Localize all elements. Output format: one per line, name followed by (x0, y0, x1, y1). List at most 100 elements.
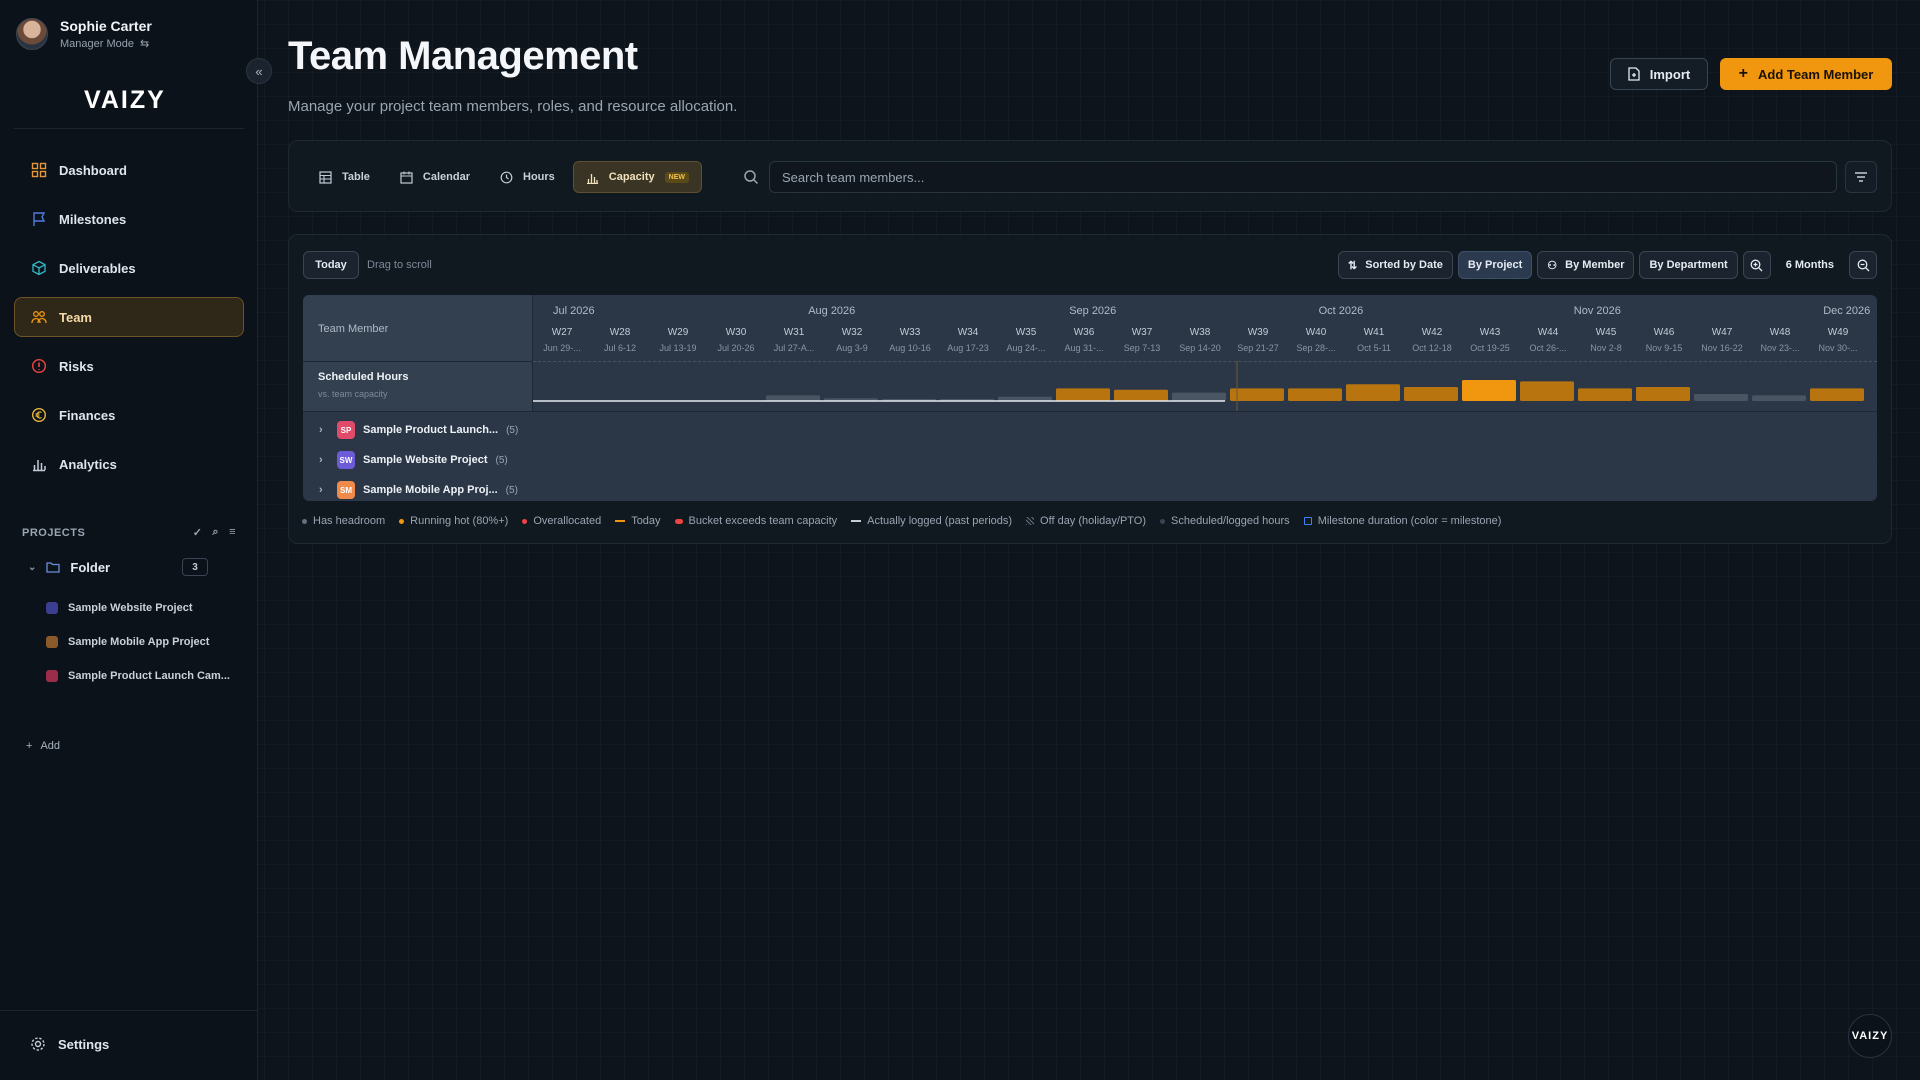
project-color-dot (46, 602, 58, 614)
tab-capacity[interactable]: Capacity NEW (572, 161, 702, 193)
team-icon (31, 309, 47, 325)
search-icon[interactable]: ⌕ (212, 526, 219, 539)
capacity-bar[interactable] (1172, 392, 1226, 401)
zoom-in-icon (1750, 259, 1763, 271)
clock-icon (500, 171, 513, 184)
import-button[interactable]: Import (1610, 58, 1708, 90)
check-all-icon[interactable]: ✓ (193, 526, 203, 539)
capacity-bar[interactable] (1752, 395, 1806, 401)
flag-icon (31, 211, 47, 227)
week-date-range: Jul 13-19 (659, 343, 697, 353)
brand-badge[interactable]: VAIZY (1848, 1014, 1892, 1058)
sort-icon: ⇅ (1348, 259, 1358, 272)
nav-item-analytics[interactable]: Analytics (14, 444, 244, 484)
capacity-bar[interactable] (1056, 388, 1110, 401)
divider (0, 1010, 258, 1011)
group-by-department-button[interactable]: By Department (1639, 251, 1738, 279)
nav-item-deliverables[interactable]: Deliverables (14, 248, 244, 288)
legend-item: Today (615, 515, 661, 527)
folder-item[interactable]: ⌄ Folder 3 (28, 558, 208, 576)
new-badge: NEW (664, 171, 689, 183)
week-label: W48 (1769, 327, 1791, 338)
capacity-bar[interactable] (1404, 387, 1458, 401)
search-input[interactable] (769, 161, 1837, 193)
chevrons-left-icon: « (255, 63, 263, 79)
week-label: W27 (551, 327, 573, 338)
tab-label: Hours (523, 171, 555, 183)
nav-item-team[interactable]: Team (14, 297, 244, 337)
capacity-panel: Today Drag to scroll ⇅ Sorted by Date By… (288, 234, 1892, 544)
project-row[interactable]: › SW Sample Website Project (5) (319, 451, 508, 469)
week-label: W41 (1363, 327, 1385, 338)
chevron-right-icon[interactable]: › (319, 454, 329, 466)
capacity-bar[interactable] (1346, 384, 1400, 401)
nav-item-dashboard[interactable]: Dashboard (14, 150, 244, 190)
member-count: (5) (506, 424, 519, 436)
nav-item-label: Milestones (59, 211, 127, 227)
sidebar: Sophie Carter Manager Mode ⇆ VAIZY Dashb… (0, 0, 258, 1080)
month-label: Oct 2026 (1318, 305, 1364, 317)
legend-label: Scheduled/logged hours (1171, 515, 1290, 527)
filter-icon[interactable]: ≡ (229, 526, 236, 539)
nav-item-finances[interactable]: Finances (14, 395, 244, 435)
capacity-bar[interactable] (1288, 388, 1342, 401)
capacity-grid[interactable]: Team Member Scheduled Hours vs. team cap… (303, 295, 1877, 501)
capacity-bar[interactable] (1578, 388, 1632, 401)
tab-table[interactable]: Table (307, 161, 382, 193)
week-label: W31 (783, 327, 805, 338)
add-project-label: Add (40, 740, 61, 752)
legend-swatch (1303, 517, 1312, 525)
project-list-item[interactable]: Sample Product Launch Cam... (46, 670, 230, 682)
zoom-in-button[interactable] (1742, 251, 1771, 279)
capacity-bar[interactable] (1520, 381, 1574, 401)
legend-item: Off day (holiday/PTO) (1026, 515, 1146, 527)
capacity-bar[interactable] (1462, 380, 1516, 401)
add-project-button[interactable]: + Add (26, 740, 60, 752)
project-row[interactable]: › SP Sample Product Launch... (5) (319, 421, 518, 439)
legend-label: Overallocated (533, 515, 602, 527)
project-color-dot (46, 636, 58, 648)
capacity-bar[interactable] (1810, 388, 1864, 401)
alert-icon (31, 358, 47, 374)
capacity-bar[interactable] (1114, 389, 1168, 401)
nav-item-risks[interactable]: Risks (14, 346, 244, 386)
filter-button[interactable] (1845, 161, 1877, 193)
tab-hours[interactable]: Hours (488, 161, 567, 193)
collapse-sidebar-button[interactable]: « (246, 58, 272, 84)
legend-swatch (522, 518, 528, 524)
week-date-range: Jun 29-... (543, 343, 581, 353)
settings-link[interactable]: Settings (30, 1036, 109, 1052)
add-team-member-button[interactable]: + Add Team Member (1720, 58, 1892, 90)
capacity-bar[interactable] (1230, 388, 1284, 401)
user-profile[interactable]: Sophie Carter Manager Mode ⇆ (16, 18, 152, 50)
tab-label: Calendar (422, 171, 470, 183)
group-by-project-button[interactable]: By Project (1457, 251, 1533, 279)
nav-item-milestones[interactable]: Milestones (14, 199, 244, 239)
user-mode[interactable]: Manager Mode ⇆ (60, 37, 152, 51)
project-list-item[interactable]: Sample Website Project (46, 602, 193, 614)
chevron-down-icon: ⌄ (28, 561, 37, 573)
zoom-out-button[interactable] (1849, 251, 1877, 279)
project-list-item[interactable]: Sample Mobile App Project (46, 636, 209, 648)
capacity-bar[interactable] (766, 395, 820, 401)
tab-calendar[interactable]: Calendar (388, 161, 482, 193)
member-count: (5) (505, 484, 518, 496)
capacity-bar[interactable] (1636, 387, 1690, 401)
week-date-range: Oct 5-11 (1357, 343, 1391, 353)
range-label: 6 Months (1785, 259, 1834, 271)
tab-label: Table (342, 171, 370, 183)
capacity-bar[interactable] (1694, 394, 1748, 401)
nav-item-label: Finances (59, 407, 116, 423)
sort-button[interactable]: ⇅ Sorted by Date (1338, 251, 1453, 279)
group-by-member-button[interactable]: ⚇ By Member (1537, 251, 1635, 279)
week-date-range: Sep 7-13 (1123, 343, 1161, 353)
project-avatar: SM (337, 481, 355, 499)
week-label: W43 (1479, 327, 1501, 338)
month-label: Sep 2026 (1069, 305, 1117, 317)
today-button[interactable]: Today (303, 251, 359, 279)
chevron-right-icon[interactable]: › (319, 424, 329, 436)
project-row[interactable]: › SM Sample Mobile App Proj... (5) (319, 481, 518, 499)
plus-icon: + (1738, 65, 1748, 82)
chevron-right-icon[interactable]: › (319, 484, 329, 496)
month-label: Nov 2026 (1573, 305, 1621, 317)
